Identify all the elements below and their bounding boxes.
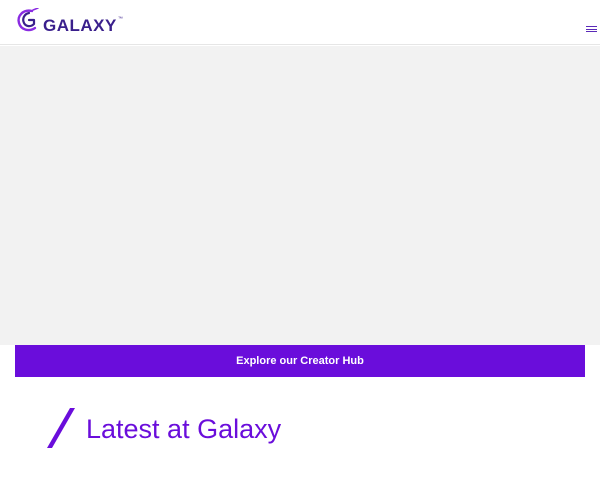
page: GALAXY ™ Explore our Creator Hub Latest … [0,0,600,480]
explore-creator-hub-button[interactable]: Explore our Creator Hub [15,345,585,377]
site-header: GALAXY ™ [0,0,600,45]
latest-section-heading: Latest at Galaxy [44,405,281,451]
menu-bar [586,28,597,30]
logo-wordmark: GALAXY [43,15,117,35]
menu-bar [586,31,597,32]
hero-media-placeholder [0,46,600,345]
galaxy-logo[interactable]: GALAXY ™ [16,8,123,34]
section-title: Latest at Galaxy [86,413,282,444]
hamburger-menu-icon[interactable] [586,26,597,34]
menu-bar [586,26,597,27]
slash-accent-icon [47,408,75,448]
galaxy-swoosh-logo-icon [17,8,39,32]
logo-trademark: ™ [117,16,123,22]
